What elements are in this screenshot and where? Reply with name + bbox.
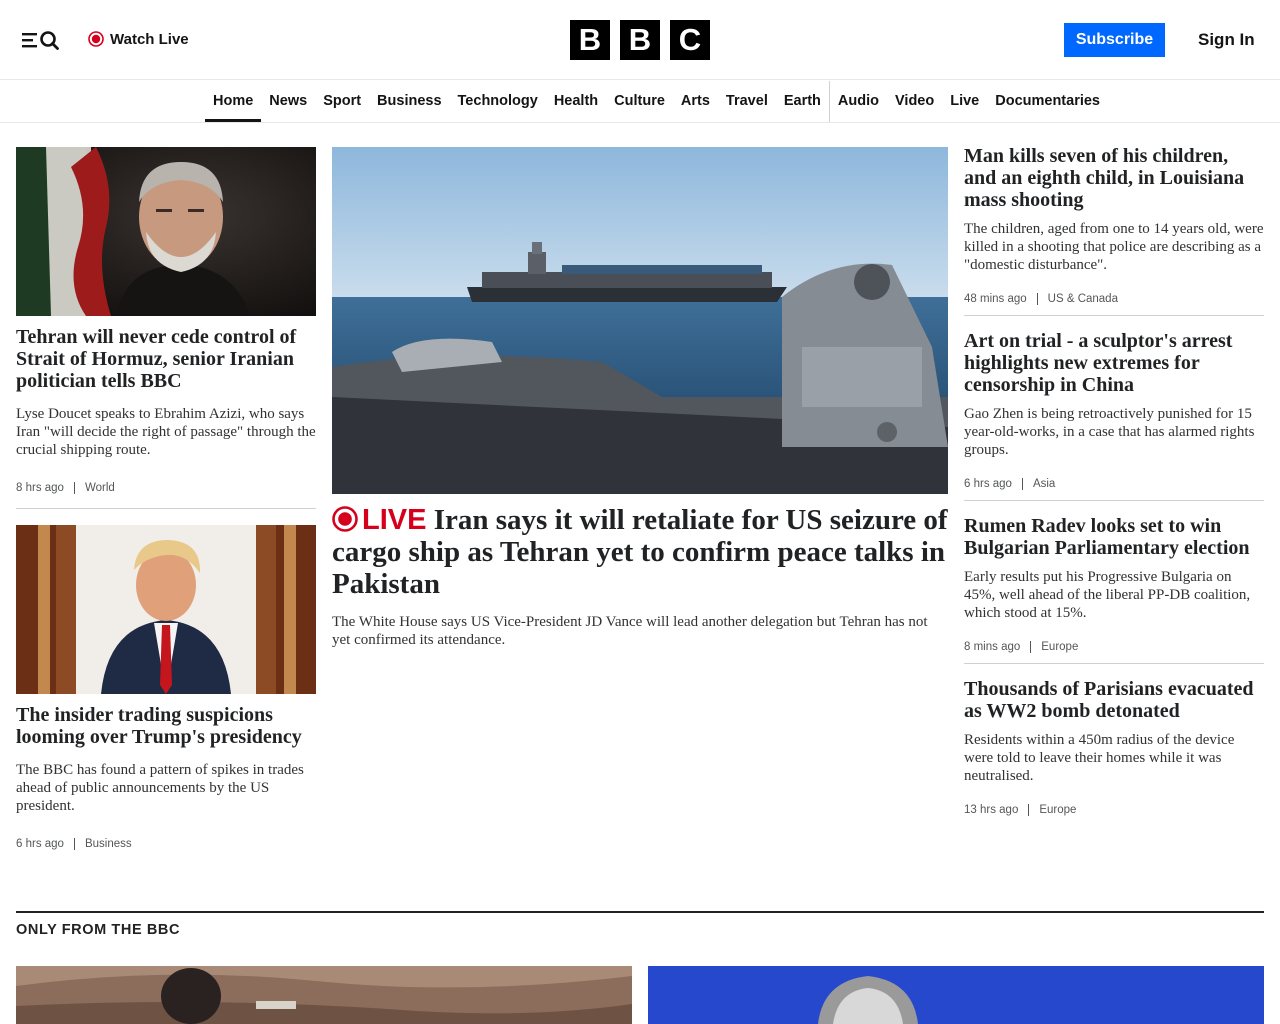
main-nav: Home News Sport Business Technology Health Cul…	[0, 81, 1280, 123]
lead-story-headline[interactable]: LIVE Iran says it will retaliate for US …	[332, 504, 948, 600]
nav-item-arts[interactable]: Arts	[673, 81, 718, 122]
story-time: 6 hrs ago	[16, 838, 75, 850]
watch-live-link[interactable]: Watch Live	[88, 28, 189, 50]
logo-letter: C	[670, 20, 710, 60]
section-story-image-mountain[interactable]	[16, 966, 632, 1024]
subscribe-button[interactable]: Subscribe	[1064, 23, 1165, 57]
nav-item-home[interactable]: Home	[205, 81, 262, 122]
live-label: LIVE	[362, 504, 427, 536]
sign-in-link[interactable]: Sign In	[1188, 28, 1265, 52]
story-headline[interactable]: The insider trading suspicions looming o…	[16, 704, 316, 748]
lead-story-image-cargo-ship[interactable]	[332, 147, 948, 494]
nav-list: Home News Sport Business Technology Health Cul…	[205, 81, 1108, 122]
live-icon	[332, 506, 358, 532]
top-header: Watch Live B B C Subscribe Sign In	[0, 0, 1280, 80]
divider	[16, 508, 316, 509]
story-headline[interactable]: Man kills seven of his children, and an …	[964, 145, 1264, 211]
story-tag-link[interactable]: Europe	[1029, 804, 1076, 816]
story-summary: Gao Zhen is being retroactively punished…	[964, 406, 1255, 458]
nav-item-news[interactable]: News	[261, 81, 315, 122]
logo-letter: B	[620, 20, 660, 60]
bbc-logo[interactable]: B B C	[570, 20, 710, 60]
story-summary: The BBC has found a pattern of spikes in…	[16, 762, 304, 814]
story-image-president[interactable]	[16, 525, 316, 694]
nav-item-travel[interactable]: Travel	[718, 81, 776, 122]
live-record-icon	[88, 31, 104, 47]
nav-item-health[interactable]: Health	[546, 81, 606, 122]
story-summary: Residents within a 450m radius of the de…	[964, 732, 1235, 784]
divider	[964, 663, 1264, 664]
story-tag-link[interactable]: US & Canada	[1038, 293, 1118, 305]
story-headline[interactable]: Art on trial - a sculptor's arrest highl…	[964, 330, 1264, 396]
story-headline[interactable]: Tehran will never cede control of Strait…	[16, 326, 316, 392]
menu-search-button[interactable]	[20, 28, 64, 52]
story-tag-link[interactable]: Business	[75, 838, 132, 850]
watch-live-label: Watch Live	[110, 30, 189, 48]
section-title: ONLY FROM THE BBC	[16, 922, 181, 938]
nav-item-documentaries[interactable]: Documentaries	[987, 81, 1108, 122]
story-meta: 48 mins ago US & Canada	[964, 291, 1118, 307]
divider	[964, 315, 1264, 316]
story-headline[interactable]: Thousands of Parisians evacuated as WW2 …	[964, 678, 1264, 722]
story-time: 48 mins ago	[964, 293, 1038, 305]
lead-story-summary: The White House says US Vice-President J…	[332, 614, 928, 648]
story-meta: 13 hrs ago Europe	[964, 802, 1076, 818]
story-time: 6 hrs ago	[964, 478, 1023, 490]
story-meta: 6 hrs ago Business	[16, 836, 132, 852]
story-summary: Early results put his Progressive Bulgar…	[964, 569, 1251, 621]
logo-letter: B	[570, 20, 610, 60]
nav-item-audio[interactable]: Audio	[828, 81, 887, 122]
story-meta: 8 mins ago Europe	[964, 639, 1078, 655]
section-story-image-sculpture[interactable]	[648, 966, 1264, 1024]
story-time: 8 mins ago	[964, 641, 1032, 653]
story-tag-link[interactable]: Asia	[1023, 478, 1055, 490]
menu-search-icon	[22, 31, 59, 50]
nav-item-video[interactable]: Video	[887, 81, 942, 122]
story-image-politician[interactable]	[16, 147, 316, 316]
section-rule	[16, 911, 1264, 913]
story-time: 8 hrs ago	[16, 482, 75, 494]
nav-item-technology[interactable]: Technology	[450, 81, 546, 122]
story-summary: Lyse Doucet speaks to Ebrahim Azizi, who…	[16, 406, 316, 458]
nav-item-earth[interactable]: Earth	[776, 81, 829, 122]
nav-item-sport[interactable]: Sport	[315, 81, 369, 122]
nav-item-business[interactable]: Business	[369, 81, 449, 122]
story-tag-link[interactable]: World	[75, 482, 115, 494]
story-summary: The children, aged from one to 14 years …	[964, 221, 1264, 273]
story-headline[interactable]: Rumen Radev looks set to win Bulgarian P…	[964, 515, 1264, 559]
divider	[964, 500, 1264, 501]
story-time: 13 hrs ago	[964, 804, 1030, 816]
story-meta: 6 hrs ago Asia	[964, 476, 1055, 492]
nav-item-culture[interactable]: Culture	[606, 81, 673, 122]
nav-item-live[interactable]: Live	[942, 81, 987, 122]
story-meta: 8 hrs ago World	[16, 480, 115, 496]
story-tag-link[interactable]: Europe	[1031, 641, 1078, 653]
